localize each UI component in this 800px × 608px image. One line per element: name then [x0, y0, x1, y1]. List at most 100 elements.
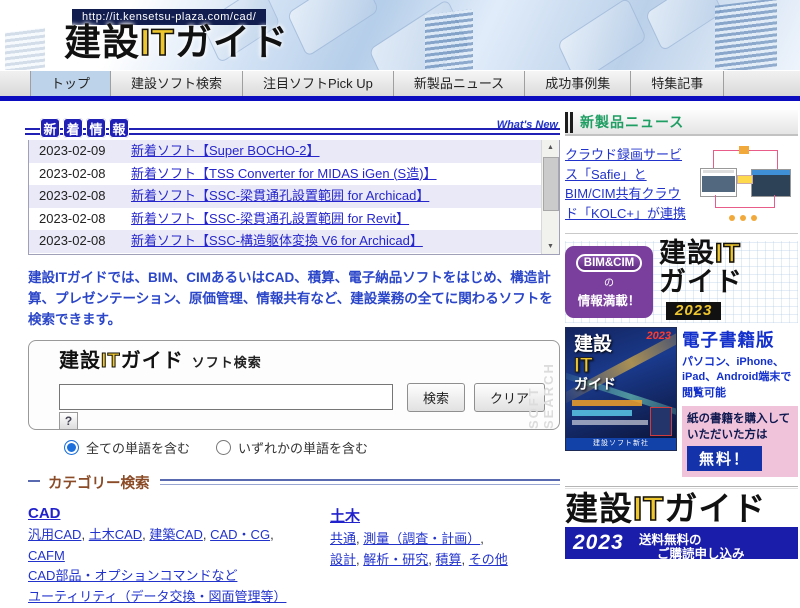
category-groups: CAD 汎用CAD 土木CAD 建築CAD CAD・CG CAFM CAD部品・… [28, 505, 560, 608]
nav-accent-bar [0, 96, 800, 101]
site-description: 建設ITガイドでは、BIM、CIMあるいはCAD、積算、電子納品ソフトをはじめ、… [28, 268, 560, 331]
news-row: 2023-02-09 新着ソフト【Super BOCHO-2】 [29, 140, 559, 163]
category-link[interactable]: CAFM [28, 548, 65, 563]
diagram-caption [703, 170, 734, 173]
scrollbar-down-icon[interactable]: ▼ [542, 239, 559, 254]
category-link[interactable]: 汎用CAD [28, 527, 85, 542]
sidebar-news-link[interactable]: クラウド録画サービス「Safie」とBIM/CIM共有クラウド「KOLC+」が連… [565, 145, 689, 223]
news-row: 2023-02-08 新着ソフト【SSC-梁貫通孔設置範囲 for Archic… [29, 185, 559, 208]
cover-feature-band [572, 420, 648, 425]
whats-new-char: 新 [40, 118, 60, 138]
news-row: 2023-02-08 新着ソフト【SSC-梁貫通孔設置範囲 for Revit】 [29, 208, 559, 231]
whats-new-header: 新 着 情 報 What's New [28, 112, 560, 140]
scrollbar-up-icon[interactable]: ▲ [542, 140, 559, 155]
category-link[interactable]: 建築CAD [149, 527, 206, 542]
category-link[interactable]: その他 [469, 552, 508, 567]
ebook-free-label: 無料！ [687, 446, 762, 471]
building-art [715, 0, 777, 70]
category-link[interactable]: 設計 [330, 552, 360, 567]
tab-pickup[interactable]: 注目ソフトPick Up [243, 71, 394, 97]
news-link[interactable]: 新着ソフト【TSS Converter for MIDAS iGen (S造)】 [131, 163, 437, 186]
whats-new-char: 報 [109, 118, 129, 138]
banner-logo: 建設ITガイド [565, 492, 798, 525]
diagram-people-icons [729, 215, 757, 221]
whats-new-char: 着 [63, 118, 83, 138]
tab-new-products[interactable]: 新製品ニュース [394, 71, 525, 97]
ebook-title: 電子書籍版 [682, 327, 798, 352]
soft-search-watermark: SOFT SEARCH [526, 351, 556, 429]
subscribe-year: 2023 [573, 531, 624, 555]
ebook-info: 電子書籍版 パソコン、iPhone、iPad、Android端末で閲覧可能 紙の… [682, 327, 798, 477]
logo-text-it: IT [101, 350, 121, 372]
news-link[interactable]: 新着ソフト【SSC-構造躯体変換 V6 for Archicad】 [131, 230, 423, 253]
logo-text-post: ガイド [659, 267, 743, 297]
news-link[interactable]: 新着ソフト【SSC-梁貫通孔設置範囲 for Archicad】 [131, 185, 429, 208]
cover-logo: 建設 IT ガイド [574, 335, 616, 392]
main-column: 新 着 情 報 What's New 2023-02-09 新着ソフト【Supe… [28, 112, 560, 608]
whats-new-title: 新 着 情 報 [40, 118, 129, 138]
category-group-title[interactable]: 土木 [330, 505, 360, 526]
category-line: CAD部品・オプションコマンドなど [28, 566, 300, 587]
category-link[interactable]: 土木CAD [89, 527, 146, 542]
scrollbar-thumb[interactable] [543, 157, 559, 211]
bim-banner-logo-area: 建設IT ガイド2023 [659, 239, 798, 324]
keyboard-key-art [645, 0, 723, 52]
news-date: 2023-02-08 [39, 163, 131, 186]
whats-new-english-label: What's New [497, 119, 558, 131]
radio-any-word[interactable] [216, 440, 231, 455]
search-mode-options: 全ての単語を含む いずれかの単語を含む [64, 438, 560, 457]
person-icon [740, 215, 746, 221]
whats-new-char: 情 [86, 118, 106, 138]
category-line: ユーティリティ（データ交換・図面管理等） [28, 587, 300, 608]
header-bar-decoration [570, 112, 573, 133]
category-link[interactable]: 解析・研究 [363, 552, 432, 567]
keyboard-key-art [287, 0, 380, 57]
diagram-screenshot-right [751, 169, 791, 197]
news-link[interactable]: 新着ソフト【Super BOCHO-2】 [131, 140, 320, 163]
diagram-image [752, 170, 790, 175]
category-link[interactable]: ユーティリティ（データ交換・図面管理等） [28, 589, 286, 604]
news-link[interactable]: 新着ソフト【SSC-梁貫通孔設置範囲 for Revit】 [131, 208, 409, 231]
category-line: 汎用CAD 土木CAD 建築CAD CAD・CG CAFM [28, 525, 300, 567]
logo-text-it: IT [140, 22, 175, 63]
sidebar-news-thumbnail[interactable] [695, 145, 794, 223]
category-link[interactable]: CAD部品・オプションコマンドなど [28, 568, 237, 583]
radio-any-word-label[interactable]: いずれかの単語を含む [238, 438, 368, 457]
site-logo[interactable]: 建設ITガイド [64, 24, 289, 61]
logo-text-post: ガイド [121, 350, 184, 372]
radio-all-words[interactable] [64, 440, 79, 455]
search-row: 検索 クリア [59, 383, 545, 412]
tab-articles[interactable]: 特集記事 [631, 71, 724, 97]
subscribe-banner[interactable]: 建設ITガイド 2023 送料無料の ご購読申し込み [565, 492, 798, 559]
news-scrollbar[interactable]: ▲ ▼ [541, 140, 559, 254]
logo-text-pre: 建設 [659, 238, 715, 268]
search-button[interactable]: 検索 [407, 383, 465, 412]
category-group-title[interactable]: CAD [28, 505, 61, 522]
category-link[interactable]: 測量（調査・計画） [363, 531, 484, 546]
keyboard-key-art [557, 0, 647, 70]
radio-all-words-label[interactable]: 全ての単語を含む [86, 438, 190, 457]
sidebar-news-title: 新製品ニュース [580, 112, 684, 132]
help-icon[interactable]: ? [59, 412, 78, 430]
bim-cim-badge-panel: BIM&CIM の 情報満載！ [565, 246, 653, 318]
banner-logo: 建設IT ガイド2023 [659, 239, 798, 324]
diagram-image [702, 176, 735, 192]
search-input[interactable] [59, 384, 393, 410]
logo-text-pre: 建設 [59, 350, 101, 372]
bim-banner-text: の [565, 274, 653, 289]
news-list: 2023-02-09 新着ソフト【Super BOCHO-2】 2023-02-… [28, 140, 560, 255]
bim-banner-text: 情報満載！ [565, 290, 653, 309]
news-date: 2023-02-08 [39, 185, 131, 208]
logo-text-pre: 建設 [574, 335, 616, 355]
tab-case-studies[interactable]: 成功事例集 [525, 71, 631, 97]
tab-software-search[interactable]: 建設ソフト検索 [111, 71, 243, 97]
cover-publisher: 建設ソフト新社 [566, 438, 676, 450]
category-link[interactable]: CAD・CG [210, 527, 274, 542]
news-row: 2023-02-08 新着ソフト【SSC-構造躯体変換 V6 for Archi… [29, 230, 559, 253]
category-link[interactable]: 積算 [436, 552, 466, 567]
category-link[interactable]: 共通 [330, 531, 360, 546]
ebook-banner[interactable]: 2023 建設 IT ガイド 建設ソフト新社 電子書籍版 パソコン、iPhone… [565, 327, 798, 477]
tab-top[interactable]: トップ [30, 71, 111, 97]
bim-cim-banner[interactable]: BIM&CIM の 情報満載！ 建設IT ガイド2023 [565, 241, 798, 323]
search-panel-label: ソフト検索 [192, 355, 262, 370]
